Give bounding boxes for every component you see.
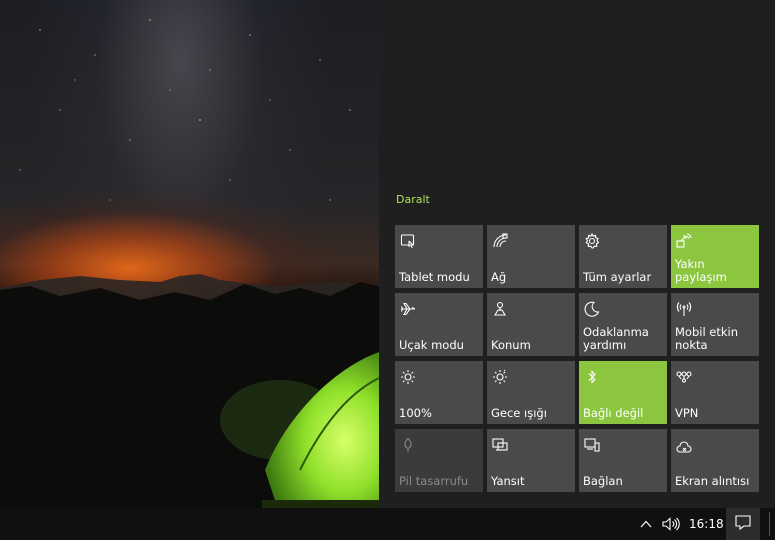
tile-airplane-mode[interactable]: Uçak modu	[395, 293, 483, 356]
taskbar: 16:18	[0, 508, 775, 540]
action-center-button[interactable]	[726, 508, 760, 540]
network-icon	[492, 233, 508, 249]
tile-focus-assist[interactable]: Odaklanma yardımı	[579, 293, 667, 356]
tile-label: Gece ışığı	[491, 406, 547, 420]
chevron-up-icon[interactable]	[638, 508, 654, 540]
tile-vpn[interactable]: VPN	[671, 361, 759, 424]
night-light-icon	[492, 369, 508, 385]
tile-label: Odaklanma yardımı	[583, 325, 649, 352]
tile-bluetooth[interactable]: Bağlı değil	[579, 361, 667, 424]
tile-label: Yakın paylaşım	[675, 257, 727, 284]
gear-icon	[584, 233, 600, 249]
vpn-icon	[676, 369, 692, 385]
tile-nearby-sharing[interactable]: Yakın paylaşım	[671, 225, 759, 288]
battery-saver-icon	[400, 437, 416, 453]
bluetooth-icon	[584, 369, 600, 385]
taskbar-clock[interactable]: 16:18	[689, 508, 724, 540]
tile-battery-saver[interactable]: Pil tasarrufu	[395, 429, 483, 492]
tile-label: Pil tasarrufu	[399, 474, 469, 488]
tile-label: Tüm ayarlar	[583, 270, 652, 284]
tablet-mode-icon	[400, 233, 416, 249]
tile-brightness[interactable]: 100%	[395, 361, 483, 424]
tile-label: Ağ	[491, 270, 507, 284]
hotspot-icon	[676, 301, 692, 317]
tile-label: Mobil etkin nokta	[675, 325, 739, 352]
collapse-link[interactable]: Daralt	[396, 193, 430, 206]
nearby-share-icon	[676, 233, 692, 249]
tile-label: Bağlan	[583, 474, 623, 488]
wallpaper-scene	[0, 19, 379, 508]
tile-label: Bağlı değil	[583, 406, 644, 420]
tile-project[interactable]: Yansıt	[487, 429, 575, 492]
action-center-panel: Daralt Tablet modu Ağ Tüm ayarlar Yakın	[379, 0, 775, 508]
desktop-wallpaper	[0, 0, 379, 508]
tile-location[interactable]: Konum	[487, 293, 575, 356]
moon-icon	[584, 301, 600, 317]
tile-label: Yansıt	[491, 474, 525, 488]
quick-actions-grid: Tablet modu Ağ Tüm ayarlar Yakın paylaşı…	[395, 225, 759, 492]
tile-label: Tablet modu	[399, 270, 470, 284]
tile-screen-snip[interactable]: Ekran alıntısı	[671, 429, 759, 492]
tile-label: 100%	[399, 406, 432, 420]
tile-network[interactable]: Ağ	[487, 225, 575, 288]
tile-label: Uçak modu	[399, 338, 464, 352]
volume-icon[interactable]	[660, 508, 682, 540]
tile-mobile-hotspot[interactable]: Mobil etkin nokta	[671, 293, 759, 356]
tile-all-settings[interactable]: Tüm ayarlar	[579, 225, 667, 288]
screen-snip-icon	[676, 437, 692, 453]
tile-connect[interactable]: Bağlan	[579, 429, 667, 492]
tile-label: Konum	[491, 338, 531, 352]
airplane-icon	[400, 301, 416, 317]
location-icon	[492, 301, 508, 317]
project-icon	[492, 437, 508, 453]
connect-icon	[584, 437, 600, 453]
notification-icon	[735, 514, 751, 534]
tile-tablet-mode[interactable]: Tablet modu	[395, 225, 483, 288]
tile-label: Ekran alıntısı	[675, 474, 750, 488]
tile-label: VPN	[675, 406, 699, 420]
show-desktop-button[interactable]	[769, 512, 770, 536]
brightness-icon	[400, 369, 416, 385]
tile-night-light[interactable]: Gece ışığı	[487, 361, 575, 424]
